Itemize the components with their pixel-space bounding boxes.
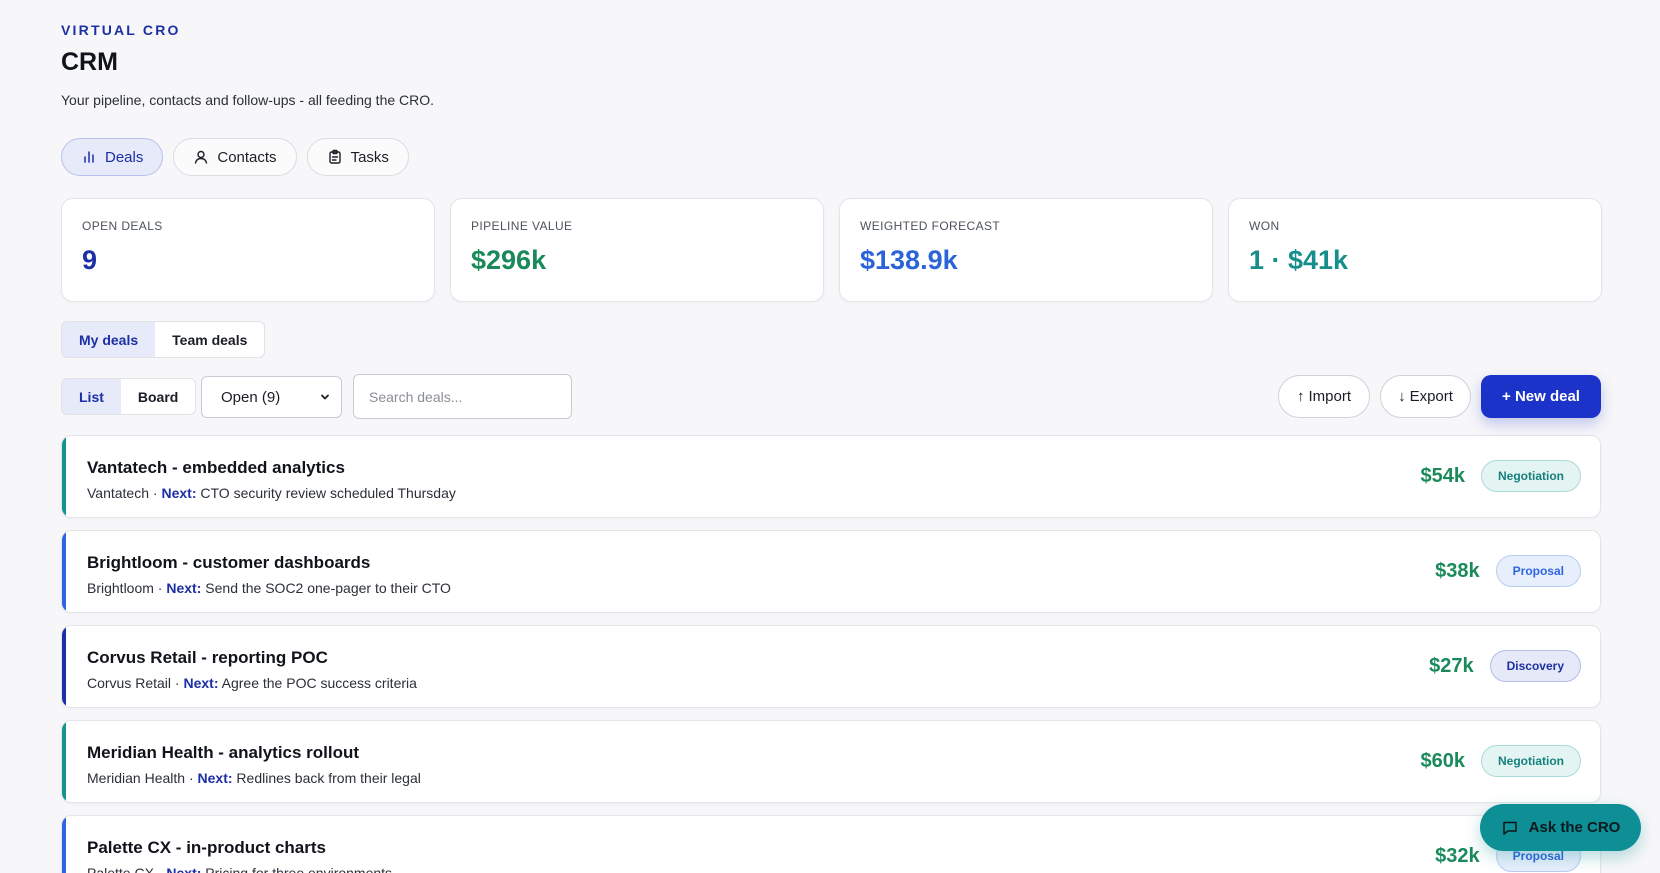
deal-row[interactable]: Meridian Health - analytics rollout Meri…	[61, 720, 1601, 803]
deal-company: Vantatech	[87, 485, 150, 501]
stage-badge: Discovery	[1489, 650, 1581, 682]
deal-next-step: Send the SOC2 one-pager to their CTO	[205, 580, 451, 596]
page-subtitle: Your pipeline, contacts and follow-ups -…	[61, 92, 435, 108]
deal-company: Palette CX	[87, 865, 154, 873]
tab-contacts-label: Contacts	[217, 148, 277, 166]
stat-won: WON 1 · $41k	[1228, 198, 1602, 302]
deal-summary: $54k Negotiation	[1420, 460, 1581, 492]
import-button[interactable]: ↑ Import	[1278, 375, 1370, 418]
ask-the-cro-button[interactable]: Ask the CRO	[1480, 804, 1641, 851]
deal-name: Meridian Health - analytics rollout	[87, 743, 360, 762]
team-deals-toggle[interactable]: Team deals	[155, 322, 264, 357]
deal-row[interactable]: Vantatech - embedded analytics Vantatech…	[61, 435, 1601, 518]
tab-deals[interactable]: Deals	[61, 138, 164, 176]
export-label: Export	[1409, 388, 1453, 405]
stat-weighted-forecast: WEIGHTED FORECAST $138.9k	[839, 198, 1213, 302]
stat-label: WEIGHTED FORECAST	[860, 219, 1001, 233]
ask-the-cro-label: Ask the CRO	[1528, 819, 1621, 836]
deal-name: Palette CX - in-product charts	[87, 838, 326, 857]
deal-meta: Palette CX · Next: Pricing for three env…	[87, 865, 392, 873]
deal-accent-bar	[62, 626, 66, 707]
deal-value: $38k	[1435, 559, 1480, 582]
stat-value: 1 · $41k	[1249, 245, 1349, 275]
deal-meta: Brightloom · Next: Send the SOC2 one-pag…	[87, 580, 451, 596]
chat-bubble-icon	[1502, 821, 1517, 835]
deal-summary: $60k Negotiation	[1420, 745, 1581, 777]
stat-label: OPEN DEALS	[82, 219, 163, 233]
section-tabs: Deals Contacts Tasks	[61, 138, 409, 176]
deal-next-step: CTO security review scheduled Thursday	[200, 485, 456, 501]
export-button[interactable]: ↓ Export	[1380, 375, 1471, 418]
arrow-up-icon: ↑	[1296, 388, 1305, 405]
tab-tasks[interactable]: Tasks	[306, 138, 409, 176]
deal-next-step: Redlines back from their legal	[236, 770, 421, 786]
deal-next-step: Pricing for three environments	[205, 865, 393, 873]
board-view-toggle[interactable]: Board	[121, 379, 195, 414]
deal-meta: Meridian Health · Next: Redlines back fr…	[87, 770, 421, 786]
deal-meta: Corvus Retail · Next: Agree the POC succ…	[87, 675, 417, 691]
next-label: Next:	[161, 485, 197, 501]
list-view-toggle[interactable]: List	[62, 379, 121, 414]
next-label: Next:	[166, 865, 202, 873]
deal-summary: $38k Proposal	[1435, 555, 1581, 587]
deal-company: Meridian Health	[87, 770, 186, 786]
deal-accent-bar	[62, 436, 66, 517]
clipboard-icon	[328, 149, 341, 164]
deal-next-step: Agree the POC success criteria	[221, 675, 417, 691]
app-eyebrow: VIRTUAL CRO	[61, 22, 181, 38]
chevron-down-icon	[321, 394, 329, 400]
deal-name: Brightloom - customer dashboards	[87, 553, 371, 572]
stat-value: $296k	[471, 245, 547, 275]
stage-badge: Negotiation	[1481, 460, 1581, 492]
owner-filter: My deals Team deals	[61, 321, 266, 358]
deal-value: $60k	[1420, 749, 1466, 772]
import-label: Import	[1308, 388, 1351, 405]
status-filter-value: Open (9)	[221, 388, 281, 406]
deal-value: $27k	[1429, 654, 1474, 677]
stage-badge: Negotiation	[1481, 745, 1581, 777]
next-label: Next:	[183, 675, 219, 691]
arrow-down-icon: ↓	[1398, 388, 1406, 405]
stat-label: PIPELINE VALUE	[471, 219, 573, 233]
status-filter-select[interactable]: Open (9)	[201, 376, 342, 418]
stat-open-deals: OPEN DEALS 9	[61, 198, 435, 302]
next-label: Next:	[166, 580, 202, 596]
deal-accent-bar	[62, 816, 66, 873]
deal-accent-bar	[62, 531, 66, 612]
deal-company: Corvus Retail	[87, 675, 172, 691]
stats-row: OPEN DEALS 9 PIPELINE VALUE $296k WEIGHT…	[61, 198, 1602, 302]
deal-row[interactable]: Brightloom - customer dashboards Brightl…	[61, 530, 1601, 613]
deal-value: $32k	[1435, 844, 1480, 867]
tab-contacts[interactable]: Contacts	[173, 138, 297, 176]
deal-meta: Vantatech · Next: CTO security review sc…	[87, 485, 456, 501]
tab-deals-label: Deals	[105, 148, 144, 166]
deal-row[interactable]: Palette CX - in-product charts Palette C…	[61, 815, 1601, 873]
tab-tasks-label: Tasks	[350, 148, 389, 166]
next-label: Next:	[197, 770, 233, 786]
user-icon	[195, 150, 208, 164]
deal-row[interactable]: Corvus Retail - reporting POC Corvus Ret…	[61, 625, 1601, 708]
search-input[interactable]	[353, 374, 572, 419]
stat-value: 9	[82, 245, 98, 275]
new-deal-button[interactable]: + New deal	[1481, 375, 1601, 418]
deal-name: Corvus Retail - reporting POC	[87, 648, 328, 667]
stat-pipeline-value: PIPELINE VALUE $296k	[450, 198, 824, 302]
stat-label: WON	[1249, 219, 1280, 233]
deal-accent-bar	[62, 721, 66, 802]
my-deals-toggle[interactable]: My deals	[62, 322, 156, 357]
deal-value: $54k	[1420, 464, 1466, 487]
bar-chart-icon	[84, 151, 94, 163]
stat-value: $138.9k	[860, 245, 958, 275]
deal-name: Vantatech - embedded analytics	[87, 458, 345, 477]
deal-company: Brightloom	[87, 580, 154, 596]
page-title: CRM	[61, 48, 118, 76]
view-toggle: List Board	[61, 378, 197, 415]
stage-badge: Proposal	[1495, 555, 1581, 587]
deal-summary: $27k Discovery	[1429, 650, 1581, 682]
